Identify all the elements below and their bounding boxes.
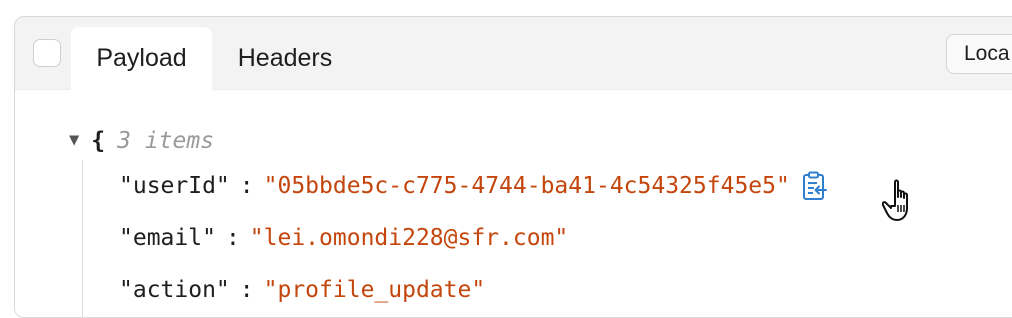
colon: :	[239, 173, 254, 199]
tree-row-userid: "userId" : "05bbde5c-c775-4744-ba41-4c54…	[119, 169, 828, 203]
indent-guide	[82, 160, 83, 317]
key-email: "email"	[119, 225, 216, 251]
tree-row-action: "action" : "profile_update"	[119, 273, 485, 307]
locale-button-label: Loca	[964, 42, 1010, 65]
open-brace: {	[91, 128, 106, 154]
item-count: 3 items	[117, 128, 215, 154]
pointer-hand-cursor-icon	[881, 178, 922, 231]
select-checkbox[interactable]	[33, 39, 61, 67]
tab-payload[interactable]: Payload	[71, 27, 212, 90]
tree-row-email: "email" : "lei.omondi228@sfr.com"	[119, 221, 568, 255]
tab-bar: Payload Headers Loca	[15, 17, 1012, 90]
locale-button[interactable]: Loca	[946, 34, 1012, 74]
copy-clipboard-icon[interactable]	[802, 171, 828, 201]
caret-down-icon[interactable]: ▼	[69, 130, 79, 150]
key-userid: "userId"	[119, 173, 230, 199]
key-action: "action"	[119, 277, 230, 303]
colon: :	[239, 277, 254, 303]
value-email[interactable]: "lei.omondi228@sfr.com"	[250, 225, 569, 251]
payload-panel: Payload Headers Loca ▼ { 3 items "userId…	[14, 16, 1012, 318]
colon: :	[225, 225, 240, 251]
json-tree: ▼ { 3 items "userId" : "05bbde5c-c775-47…	[15, 90, 1012, 317]
tree-root-row[interactable]: ▼ { 3 items	[69, 124, 214, 158]
tab-headers[interactable]: Headers	[215, 27, 355, 90]
value-action[interactable]: "profile_update"	[264, 277, 486, 303]
value-userid[interactable]: "05bbde5c-c775-4744-ba41-4c54325f45e5"	[264, 173, 790, 199]
